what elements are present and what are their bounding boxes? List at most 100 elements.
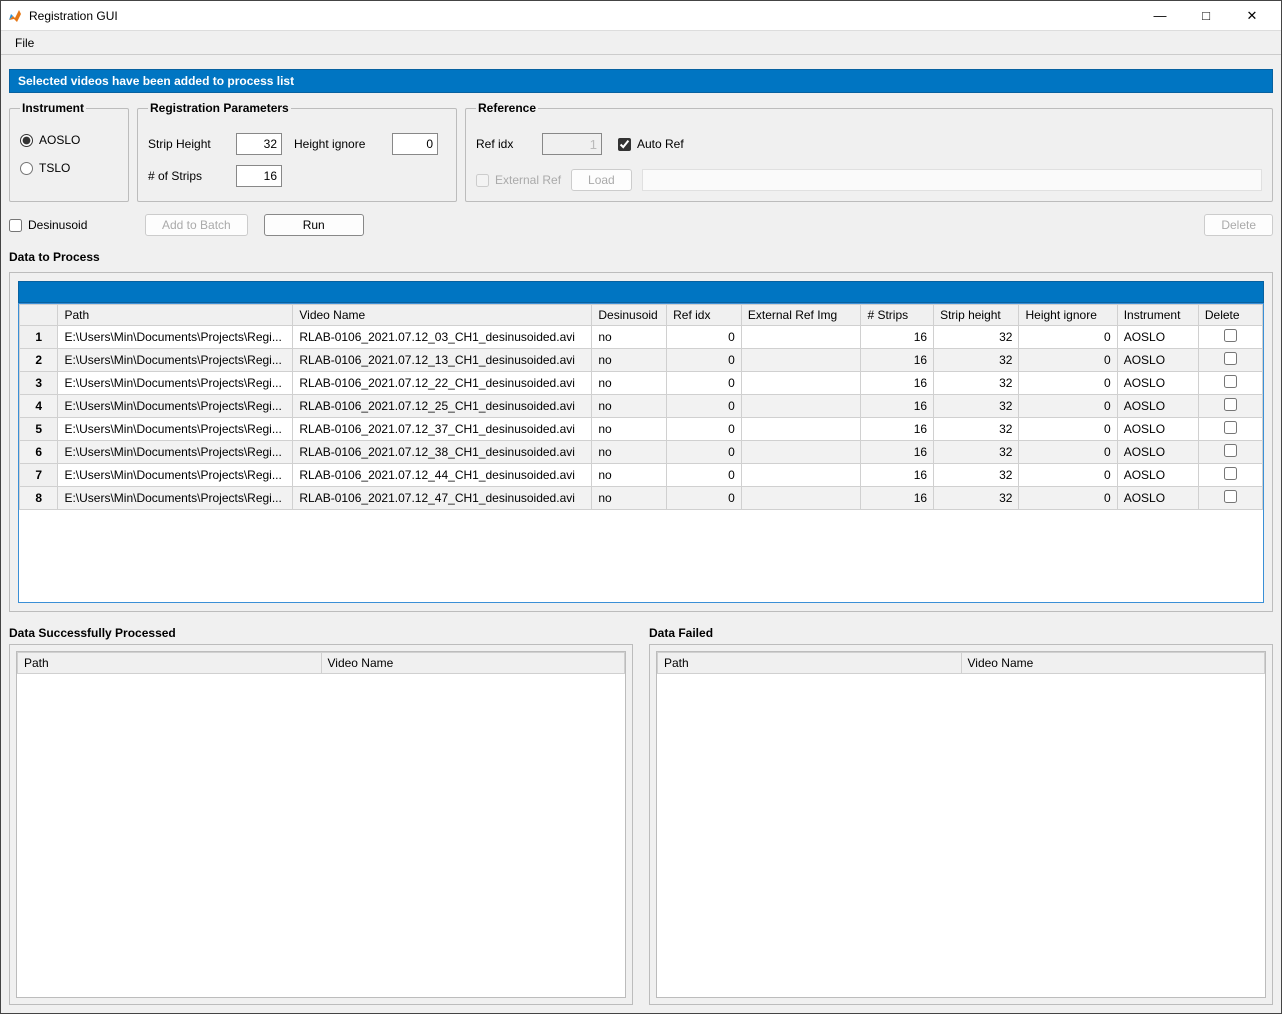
- cell-video: RLAB-0106_2021.07.12_13_CH1_desinusoided…: [293, 349, 592, 372]
- radio-tslo[interactable]: [20, 162, 33, 175]
- delete-checkbox[interactable]: [1224, 375, 1237, 388]
- cell-instrument: AOSLO: [1117, 395, 1198, 418]
- row-index: 8: [20, 487, 58, 510]
- table-row[interactable]: 5E:\Users\Min\Documents\Projects\Regi...…: [20, 418, 1263, 441]
- radio-tslo-label: TSLO: [39, 161, 70, 175]
- th-refidx[interactable]: Ref idx: [667, 305, 742, 326]
- minimize-button[interactable]: —: [1137, 1, 1183, 31]
- radio-aoslo[interactable]: [20, 134, 33, 147]
- cell-extref: [741, 372, 861, 395]
- cell-delete[interactable]: [1198, 464, 1262, 487]
- ref-idx-input: [542, 133, 602, 155]
- th-video[interactable]: Video Name: [293, 305, 592, 326]
- data-table-wrap[interactable]: Path Video Name Desinusoid Ref idx Exter…: [18, 303, 1264, 603]
- cell-nstrips: 16: [861, 372, 934, 395]
- cell-instrument: AOSLO: [1117, 464, 1198, 487]
- failed-th-path[interactable]: Path: [658, 653, 962, 674]
- cell-instrument: AOSLO: [1117, 487, 1198, 510]
- cell-extref: [741, 441, 861, 464]
- cell-refidx: 0: [667, 418, 742, 441]
- cell-desinusoid: no: [592, 395, 667, 418]
- row-index: 1: [20, 326, 58, 349]
- cell-delete[interactable]: [1198, 487, 1262, 510]
- th-instrument[interactable]: Instrument: [1117, 305, 1198, 326]
- cell-desinusoid: no: [592, 464, 667, 487]
- delete-checkbox[interactable]: [1224, 490, 1237, 503]
- th-extref[interactable]: External Ref Img: [741, 305, 861, 326]
- cell-video: RLAB-0106_2021.07.12_03_CH1_desinusoided…: [293, 326, 592, 349]
- cell-video: RLAB-0106_2021.07.12_37_CH1_desinusoided…: [293, 418, 592, 441]
- cell-delete[interactable]: [1198, 395, 1262, 418]
- cell-nstrips: 16: [861, 349, 934, 372]
- table-row[interactable]: 7E:\Users\Min\Documents\Projects\Regi...…: [20, 464, 1263, 487]
- strip-height-label: Strip Height: [148, 137, 228, 151]
- menu-file[interactable]: File: [9, 34, 40, 52]
- delete-checkbox[interactable]: [1224, 421, 1237, 434]
- registration-parameters-legend: Registration Parameters: [148, 101, 291, 115]
- cell-stripheight: 32: [934, 487, 1019, 510]
- table-row[interactable]: 8E:\Users\Min\Documents\Projects\Regi...…: [20, 487, 1263, 510]
- registration-parameters-panel: Registration Parameters Strip Height Hei…: [137, 101, 457, 202]
- processed-th-video[interactable]: Video Name: [321, 653, 625, 674]
- cell-stripheight: 32: [934, 372, 1019, 395]
- table-row[interactable]: 3E:\Users\Min\Documents\Projects\Regi...…: [20, 372, 1263, 395]
- cell-refidx: 0: [667, 441, 742, 464]
- auto-ref-checkbox[interactable]: [618, 138, 631, 151]
- cell-desinusoid: no: [592, 372, 667, 395]
- table-row[interactable]: 1E:\Users\Min\Documents\Projects\Regi...…: [20, 326, 1263, 349]
- th-nstrips[interactable]: # Strips: [861, 305, 934, 326]
- delete-checkbox[interactable]: [1224, 444, 1237, 457]
- n-strips-input[interactable]: [236, 165, 282, 187]
- failed-title: Data Failed: [649, 626, 1273, 640]
- table-row[interactable]: 4E:\Users\Min\Documents\Projects\Regi...…: [20, 395, 1263, 418]
- th-desinusoid[interactable]: Desinusoid: [592, 305, 667, 326]
- cell-extref: [741, 349, 861, 372]
- cell-path: E:\Users\Min\Documents\Projects\Regi...: [58, 418, 293, 441]
- cell-desinusoid: no: [592, 326, 667, 349]
- table-row[interactable]: 2E:\Users\Min\Documents\Projects\Regi...…: [20, 349, 1263, 372]
- data-to-process-panel: Path Video Name Desinusoid Ref idx Exter…: [9, 272, 1273, 612]
- cell-delete[interactable]: [1198, 326, 1262, 349]
- cell-path: E:\Users\Min\Documents\Projects\Regi...: [58, 441, 293, 464]
- strip-height-input[interactable]: [236, 133, 282, 155]
- run-button[interactable]: Run: [264, 214, 364, 236]
- cell-desinusoid: no: [592, 349, 667, 372]
- failed-table: Path Video Name: [657, 652, 1265, 674]
- cell-desinusoid: no: [592, 418, 667, 441]
- th-path[interactable]: Path: [58, 305, 293, 326]
- app-window: Registration GUI — □ ✕ File Selected vid…: [0, 0, 1282, 1014]
- th-delete[interactable]: Delete: [1198, 305, 1262, 326]
- cell-stripheight: 32: [934, 418, 1019, 441]
- desinusoid-label: Desinusoid: [28, 218, 87, 232]
- cell-path: E:\Users\Min\Documents\Projects\Regi...: [58, 326, 293, 349]
- cell-extref: [741, 326, 861, 349]
- processed-title: Data Successfully Processed: [9, 626, 633, 640]
- delete-checkbox[interactable]: [1224, 352, 1237, 365]
- content-area: Selected videos have been added to proce…: [1, 55, 1281, 1013]
- height-ignore-input[interactable]: [392, 133, 438, 155]
- data-to-process-title: Data to Process: [9, 250, 1273, 264]
- table-row[interactable]: 6E:\Users\Min\Documents\Projects\Regi...…: [20, 441, 1263, 464]
- reference-legend: Reference: [476, 101, 538, 115]
- failed-th-video[interactable]: Video Name: [961, 653, 1265, 674]
- cell-delete[interactable]: [1198, 349, 1262, 372]
- cell-refidx: 0: [667, 464, 742, 487]
- close-button[interactable]: ✕: [1229, 1, 1275, 31]
- processed-th-path[interactable]: Path: [18, 653, 322, 674]
- desinusoid-checkbox[interactable]: [9, 219, 22, 232]
- th-stripheight[interactable]: Strip height: [934, 305, 1019, 326]
- instrument-legend: Instrument: [20, 101, 86, 115]
- delete-checkbox[interactable]: [1224, 329, 1237, 342]
- cell-delete[interactable]: [1198, 441, 1262, 464]
- delete-checkbox[interactable]: [1224, 398, 1237, 411]
- cell-delete[interactable]: [1198, 418, 1262, 441]
- delete-checkbox[interactable]: [1224, 467, 1237, 480]
- cell-heightignore: 0: [1019, 464, 1117, 487]
- cell-stripheight: 32: [934, 395, 1019, 418]
- window-title: Registration GUI: [29, 9, 118, 23]
- maximize-button[interactable]: □: [1183, 1, 1229, 31]
- th-heightignore[interactable]: Height ignore: [1019, 305, 1117, 326]
- cell-path: E:\Users\Min\Documents\Projects\Regi...: [58, 349, 293, 372]
- cell-refidx: 0: [667, 395, 742, 418]
- cell-delete[interactable]: [1198, 372, 1262, 395]
